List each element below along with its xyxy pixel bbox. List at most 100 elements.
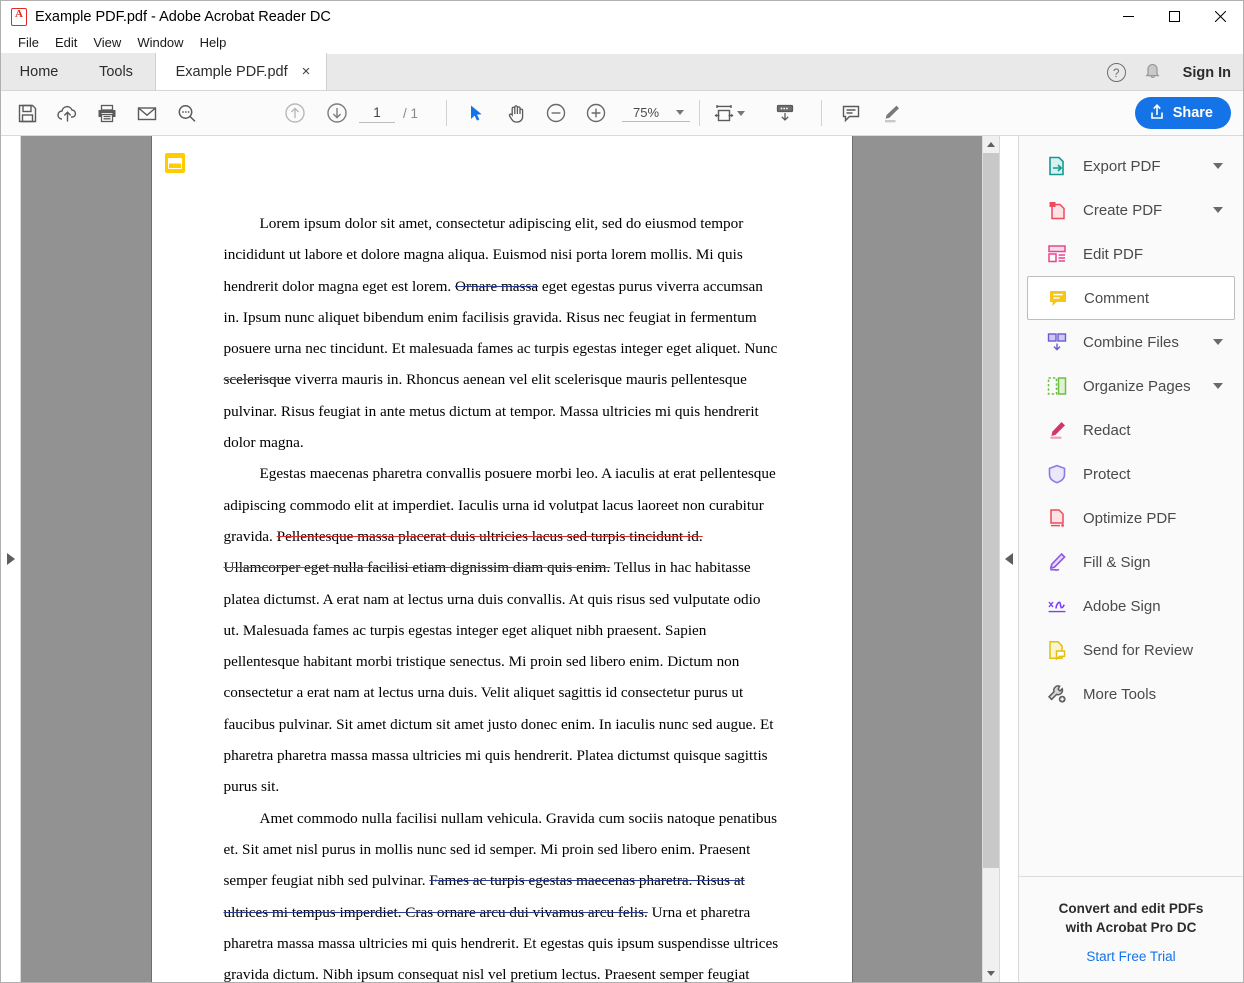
zoom-in-icon[interactable]: [576, 93, 616, 133]
vertical-scrollbar[interactable]: [982, 136, 999, 982]
zoom-level-value: 75%: [633, 104, 660, 120]
tool-combine-files[interactable]: Combine Files: [1027, 320, 1235, 364]
menu-help[interactable]: Help: [192, 33, 235, 52]
fill-sign-icon: [1045, 550, 1069, 574]
redact-icon: [1045, 418, 1069, 442]
document-viewport[interactable]: Lorem ipsum dolor sit amet, consectetur …: [21, 136, 982, 982]
tool-label: Create PDF: [1083, 201, 1163, 219]
email-icon[interactable]: [127, 93, 167, 133]
tool-adobe-sign[interactable]: Adobe Sign: [1027, 584, 1235, 628]
tool-fill-sign[interactable]: Fill & Sign: [1027, 540, 1235, 584]
chevron-down-icon[interactable]: [1213, 339, 1223, 345]
minimize-button[interactable]: [1105, 1, 1151, 32]
sign-in-button[interactable]: Sign In: [1183, 65, 1231, 81]
toolbar-divider-2: [699, 100, 701, 126]
chevron-down-icon[interactable]: [1213, 383, 1223, 389]
chevron-down-icon[interactable]: [676, 109, 685, 115]
close-button[interactable]: [1197, 1, 1243, 32]
strikethrough-markup[interactable]: Ornare massa: [455, 278, 538, 295]
organize-pages-icon: [1045, 374, 1069, 398]
fit-page-icon[interactable]: [709, 93, 739, 133]
promo-title-line2: with Acrobat Pro DC: [1065, 920, 1197, 935]
help-icon[interactable]: ?: [1106, 63, 1126, 82]
zoom-out-icon[interactable]: [536, 93, 576, 133]
page-navigation: / 1: [275, 93, 418, 133]
tab-document[interactable]: Example PDF.pdf ×: [155, 53, 327, 90]
comment-icon[interactable]: [831, 93, 871, 133]
strikethrough-markup[interactable]: scelerisque: [224, 371, 291, 388]
send-for-review-icon: [1045, 638, 1069, 662]
create-pdf-icon: [1045, 198, 1069, 222]
page-total-label: / 1: [403, 105, 419, 121]
text-run: Tellus in hac habitasse platea dictumst.…: [223, 559, 774, 796]
menu-file[interactable]: File: [10, 33, 47, 52]
triangle-left-icon: [1005, 553, 1013, 565]
highlighter-icon[interactable]: [871, 93, 911, 133]
export-pdf-icon: [1045, 154, 1069, 178]
print-icon[interactable]: [87, 93, 127, 133]
hand-icon[interactable]: [496, 93, 536, 133]
right-panel-toggle[interactable]: [999, 136, 1019, 982]
pdf-page: Lorem ipsum dolor sit amet, consectetur …: [151, 136, 852, 982]
menu-edit[interactable]: Edit: [47, 33, 85, 52]
tool-comment[interactable]: Comment: [1027, 276, 1235, 320]
paragraph-1: Lorem ipsum dolor sit amet, consectetur …: [224, 208, 780, 458]
menu-bar: File Edit View Window Help: [1, 32, 1243, 54]
share-upload-icon: [1149, 103, 1165, 124]
optimize-pdf-icon: [1045, 506, 1069, 530]
tool-optimize-pdf[interactable]: Optimize PDF: [1027, 496, 1235, 540]
tool-label: Comment: [1084, 289, 1150, 307]
tool-label: Combine Files: [1083, 333, 1179, 351]
scroll-down-button[interactable]: [983, 965, 999, 982]
search-icon[interactable]: [167, 93, 207, 133]
fit-page-chevron-icon[interactable]: [737, 110, 746, 116]
tools-panel: Export PDF Create PDF Edit PDF Comment C…: [1019, 136, 1243, 982]
tool-redact[interactable]: Redact: [1027, 408, 1235, 452]
start-free-trial-link[interactable]: Start Free Trial: [1029, 949, 1233, 964]
scrollbar-thumb[interactable]: [983, 153, 999, 868]
tool-label: Optimize PDF: [1083, 509, 1177, 527]
text-run: viverra mauris in. Rhoncus aenean vel el…: [223, 371, 759, 452]
share-button[interactable]: Share: [1134, 97, 1231, 129]
tab-home[interactable]: Home: [1, 53, 77, 90]
bell-icon[interactable]: [1144, 61, 1161, 84]
acrobat-icon: [11, 7, 27, 26]
tool-create-pdf[interactable]: Create PDF: [1027, 188, 1235, 232]
tool-label: Export PDF: [1083, 157, 1161, 175]
chevron-up-icon: [987, 142, 995, 147]
sticky-note-icon[interactable]: [164, 153, 185, 173]
zoom-selector[interactable]: 75%: [622, 104, 691, 122]
adobe-sign-icon: [1045, 594, 1069, 618]
share-label: Share: [1172, 105, 1213, 121]
cloud-upload-icon[interactable]: [47, 93, 87, 133]
combine-files-icon: [1045, 330, 1069, 354]
menu-window[interactable]: Window: [129, 33, 191, 52]
left-panel-toggle[interactable]: [1, 136, 21, 982]
tool-send-for-review[interactable]: Send for Review: [1027, 628, 1235, 672]
save-icon[interactable]: [7, 93, 47, 133]
page-number-input[interactable]: [359, 103, 395, 123]
tool-protect[interactable]: Protect: [1027, 452, 1235, 496]
tab-strip: Home Tools Example PDF.pdf × ? Sign In: [1, 53, 1243, 91]
chevron-down-icon[interactable]: [1213, 163, 1223, 169]
arrow-up-circle-icon[interactable]: [275, 93, 315, 133]
scrollbar-track[interactable]: [983, 153, 999, 965]
tool-more-tools[interactable]: More Tools: [1027, 672, 1235, 716]
menu-view[interactable]: View: [85, 33, 129, 52]
arrow-down-circle-icon[interactable]: [317, 93, 357, 133]
tool-export-pdf[interactable]: Export PDF: [1027, 144, 1235, 188]
tool-edit-pdf[interactable]: Edit PDF: [1027, 232, 1235, 276]
tab-tools[interactable]: Tools: [77, 53, 155, 90]
chevron-down-icon[interactable]: [1213, 207, 1223, 213]
close-icon[interactable]: ×: [302, 64, 311, 79]
cursor-arrow-icon[interactable]: [456, 93, 496, 133]
tool-label: Edit PDF: [1083, 245, 1144, 263]
scroll-mode-icon[interactable]: [765, 93, 805, 133]
tool-organize-pages[interactable]: Organize Pages: [1027, 364, 1235, 408]
document-text: Lorem ipsum dolor sit amet, consectetur …: [152, 136, 852, 982]
scroll-up-button[interactable]: [983, 136, 999, 153]
header-right-actions: ? Sign In: [1106, 54, 1231, 91]
maximize-button[interactable]: [1151, 1, 1197, 32]
paragraph-3: Amet commodo nulla facilisi nullam vehic…: [224, 803, 780, 982]
tool-label: Send for Review: [1083, 641, 1194, 659]
